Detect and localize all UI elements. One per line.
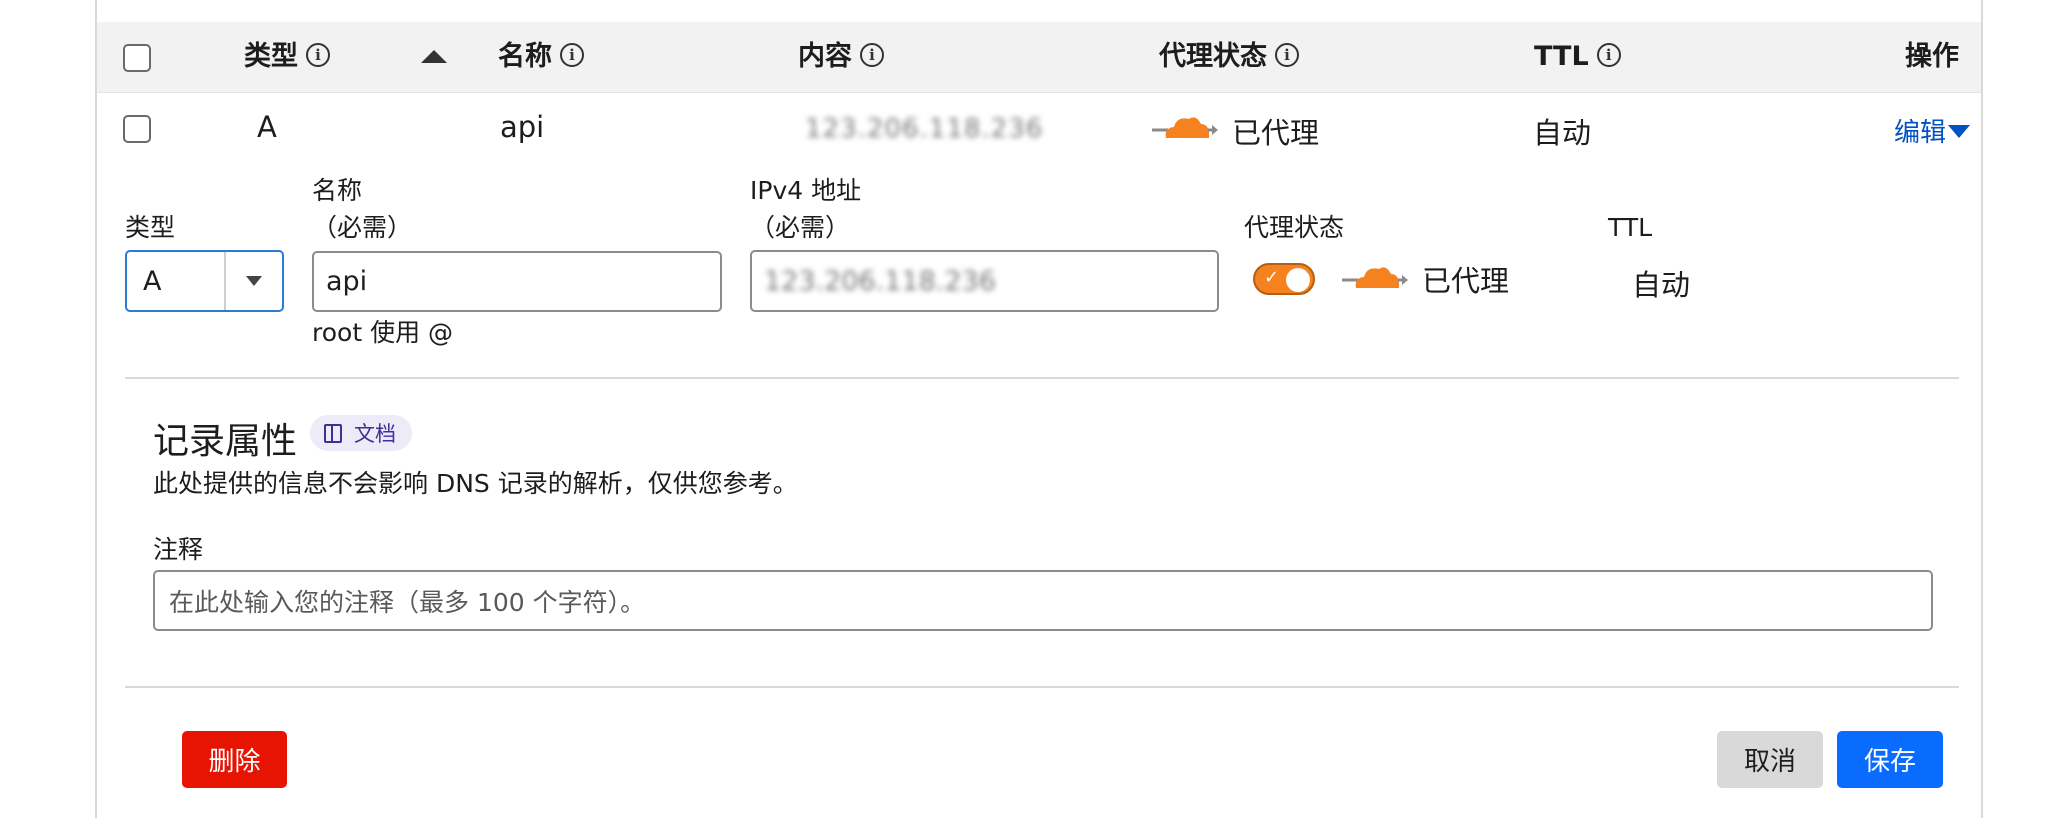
row-name: api [500, 110, 545, 144]
docs-link[interactable]: 文档 [310, 415, 412, 451]
ttl-value: 自动 [1632, 268, 1691, 302]
name-label: 名称 [312, 176, 363, 205]
proxied-cloud-icon [1342, 262, 1408, 296]
divider [125, 686, 1959, 688]
info-icon[interactable]: i [860, 42, 884, 67]
info-icon[interactable]: i [306, 42, 330, 67]
ipv4-input[interactable]: 123.206.118.236 [750, 250, 1219, 312]
ttl-label: TTL [1608, 213, 1653, 242]
row-checkbox[interactable] [123, 115, 151, 143]
delete-button[interactable]: 删除 [182, 731, 287, 788]
comment-label: 注释 [153, 535, 204, 564]
type-label: 类型 [125, 213, 176, 242]
type-select-value: A [143, 265, 162, 297]
proxied-cloud-icon [1152, 112, 1218, 146]
divider [125, 377, 1959, 379]
table-header: 类型 i 名称 i 内容 i 代理状态 i TTL i 操作 [97, 22, 1981, 93]
cancel-button[interactable]: 取消 [1717, 731, 1823, 788]
name-input[interactable]: api [312, 251, 722, 312]
header-proxy-status[interactable]: 代理状态 i [1159, 22, 1299, 92]
comment-input[interactable]: 在此处输入您的注释（最多 100 个字符）。 [153, 570, 1933, 631]
info-icon[interactable]: i [1275, 42, 1299, 67]
header-name[interactable]: 名称 i [498, 22, 584, 92]
check-icon: ✓ [1264, 267, 1280, 288]
edit-dropdown-button[interactable]: 编辑 [1894, 112, 1971, 149]
select-all-checkbox[interactable] [123, 44, 151, 72]
header-ttl[interactable]: TTL i [1534, 22, 1621, 92]
name-required: （必需） [312, 213, 413, 242]
name-hint: root 使用 @ [312, 318, 454, 347]
record-attributes-title: 记录属性 [153, 421, 298, 462]
record-attributes-description: 此处提供的信息不会影响 DNS 记录的解析，仅供您参考。 [153, 469, 798, 498]
row-proxy-status: 已代理 [1232, 116, 1320, 150]
save-button[interactable]: 保存 [1837, 731, 1943, 788]
row-ttl: 自动 [1533, 116, 1592, 150]
type-select-toggle[interactable] [224, 252, 282, 310]
ipv4-label: IPv4 地址 [750, 176, 862, 205]
proxy-status-label: 代理状态 [1244, 213, 1345, 242]
row-type: A [257, 110, 277, 144]
caret-down-icon [1948, 125, 1971, 138]
type-select[interactable]: A [125, 250, 284, 312]
header-content[interactable]: 内容 i [798, 22, 884, 92]
proxy-status-value: 已代理 [1422, 264, 1510, 298]
dns-record-panel: 类型 i 名称 i 内容 i 代理状态 i TTL i 操作 A api 123.206.… [95, 0, 1983, 818]
toggle-knob [1286, 268, 1310, 292]
info-icon[interactable]: i [1596, 42, 1621, 67]
header-type[interactable]: 类型 i [244, 22, 330, 92]
ipv4-required: （必需） [750, 213, 851, 242]
header-actions: 操作 [1905, 41, 1959, 72]
row-content: 123.206.118.236 [805, 114, 1044, 144]
chevron-down-icon [246, 276, 262, 286]
sort-ascending-icon[interactable] [421, 50, 447, 63]
info-icon[interactable]: i [560, 42, 584, 67]
proxy-toggle[interactable]: ✓ [1253, 263, 1315, 295]
book-icon [324, 423, 342, 443]
